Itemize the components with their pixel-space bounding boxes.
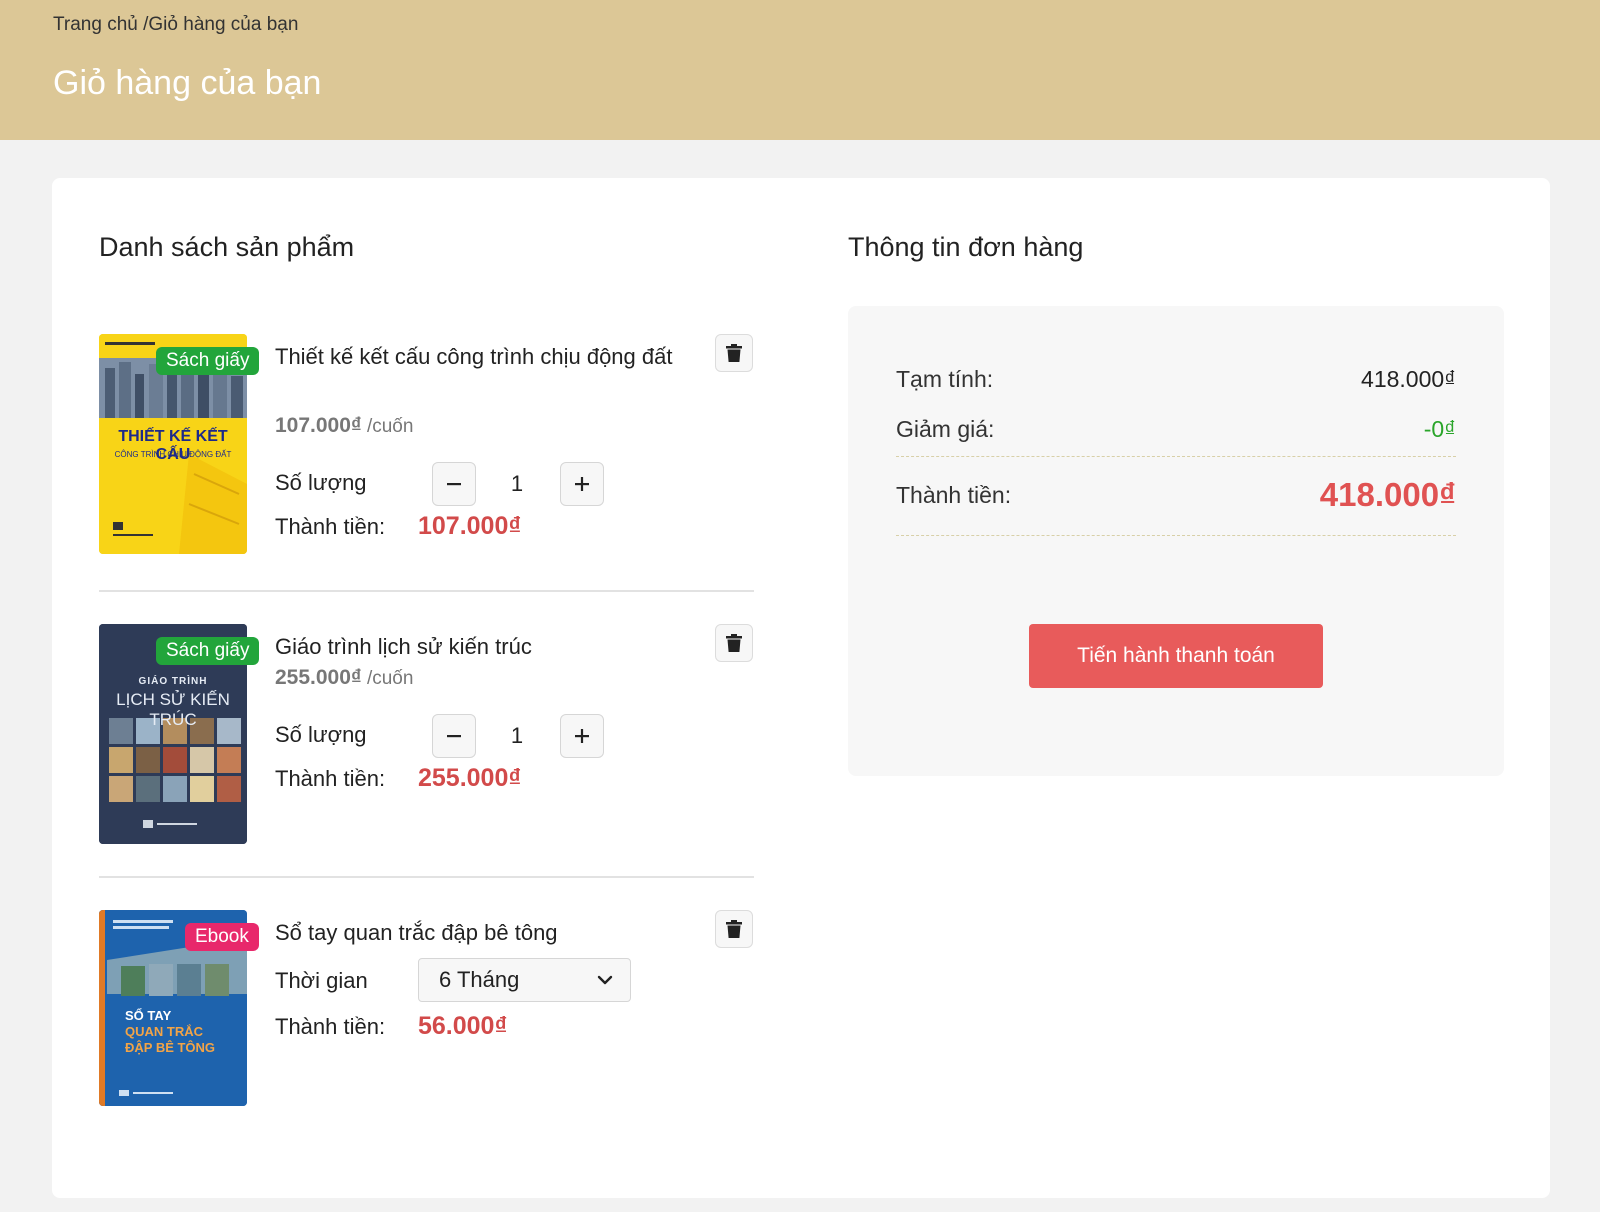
checkout-button[interactable]: Tiến hành thanh toán (1029, 624, 1323, 688)
cover-subtitle: CÔNG TRÌNH CHỊU ĐỘNG ĐẤT (114, 450, 232, 459)
page-header: Trang chủ /Giỏ hàng của bạn Giỏ hàng của… (0, 0, 1600, 140)
quantity-label: Số lượng (275, 470, 367, 495)
delete-item-button[interactable] (715, 624, 753, 662)
line-total-label: Thành tiền: (275, 1014, 386, 1039)
breadcrumb-separator: / (137, 14, 149, 35)
breadcrumb-current: Giỏ hàng của bạn (148, 14, 299, 35)
duration-label: Thời gian (275, 968, 368, 993)
cover-line-1: SỔ TAY (125, 1008, 172, 1023)
delete-item-button[interactable] (715, 910, 753, 948)
unit-price-value: 255.000₫ (275, 666, 362, 689)
line-total-value: 56.000₫ (418, 1012, 508, 1040)
badge-ebook: Ebook (185, 923, 259, 951)
cover-title: LỊCH SỬ KIẾN TRÚC (116, 690, 230, 729)
line-total-value: 107.000₫ (418, 512, 522, 540)
item-divider (99, 590, 754, 592)
quantity-label: Số lượng (275, 722, 367, 747)
product-name[interactable]: Sổ tay quan trắc đập bê tông (275, 914, 675, 952)
quantity-value: 1 (510, 723, 524, 748)
plus-icon (575, 729, 589, 743)
duration-select-value: 6 Tháng (439, 967, 520, 992)
unit-price-value: 107.000₫ (275, 414, 362, 437)
increase-quantity-button[interactable] (560, 462, 604, 506)
chevron-down-icon (597, 975, 613, 985)
total-label: Thành tiền: (896, 482, 1012, 508)
product-name[interactable]: Giáo trình lịch sử kiến trúc (275, 628, 675, 666)
product-list-title: Danh sách sản phẩm (99, 232, 355, 262)
cover-line-3: ĐẬP BÊ TÔNG (125, 1040, 216, 1055)
cart-item: THIẾT KẾ KẾT CẤU CÔNG TRÌNH CHỊU ĐỘNG ĐẤ… (99, 334, 754, 554)
unit-price: 255.000₫ /cuốn (275, 666, 413, 690)
line-total-value: 255.000₫ (418, 764, 522, 792)
minus-icon (447, 483, 461, 486)
item-divider (99, 876, 754, 878)
unit-suffix: /cuốn (361, 416, 414, 437)
cover-line-2: QUAN TRẮC (125, 1024, 203, 1039)
order-summary-panel: Tạm tính: 418.000₫ Giảm giá: -0₫ Thành t… (848, 306, 1504, 776)
subtotal-value: 418.000₫ (1361, 366, 1456, 392)
trash-icon (726, 344, 742, 362)
breadcrumb-home-link[interactable]: Trang chủ (53, 14, 138, 35)
breadcrumb: Trang chủ /Giỏ hàng của bạn (53, 14, 298, 36)
page-title: Giỏ hàng của bạn (53, 64, 322, 102)
badge-paper-book: Sách giấy (156, 347, 260, 375)
discount-value: -0₫ (1423, 416, 1456, 442)
line-total-label: Thành tiền: (275, 514, 386, 539)
summary-divider (896, 456, 1456, 457)
badge-paper-book: Sách giấy (156, 637, 260, 665)
unit-price: 107.000₫ /cuốn (275, 414, 413, 438)
summary-divider (896, 535, 1456, 536)
trash-icon (726, 920, 742, 938)
cover-pretitle: GIÁO TRÌNH (138, 676, 208, 687)
subtotal-label: Tạm tính: (896, 366, 994, 392)
quantity-value: 1 (510, 471, 524, 496)
minus-icon (447, 735, 461, 738)
line-total-label: Thành tiền: (275, 766, 386, 791)
discount-label: Giảm giá: (896, 416, 995, 442)
unit-suffix: /cuốn (361, 668, 414, 689)
decrease-quantity-button[interactable] (432, 462, 476, 506)
plus-icon (575, 477, 589, 491)
decrease-quantity-button[interactable] (432, 714, 476, 758)
trash-icon (726, 634, 742, 652)
product-name[interactable]: Thiết kế kết cấu công trình chịu động đấ… (275, 338, 675, 376)
cart-item: GIÁO TRÌNH LỊCH SỬ KIẾN TRÚC Sách giấy G… (99, 624, 754, 844)
duration-select[interactable]: 6 Tháng (418, 958, 631, 1002)
total-value: 418.000₫ (1319, 476, 1456, 513)
cart-item: SỔ TAY QUAN TRẮC ĐẬP BÊ TÔNG Ebook Sổ ta… (99, 910, 754, 1106)
delete-item-button[interactable] (715, 334, 753, 372)
cart-card: Danh sách sản phẩm THIẾT KẾ KẾT CẤU CÔNG… (52, 178, 1550, 1198)
order-info-title: Thông tin đơn hàng (848, 232, 1084, 262)
increase-quantity-button[interactable] (560, 714, 604, 758)
